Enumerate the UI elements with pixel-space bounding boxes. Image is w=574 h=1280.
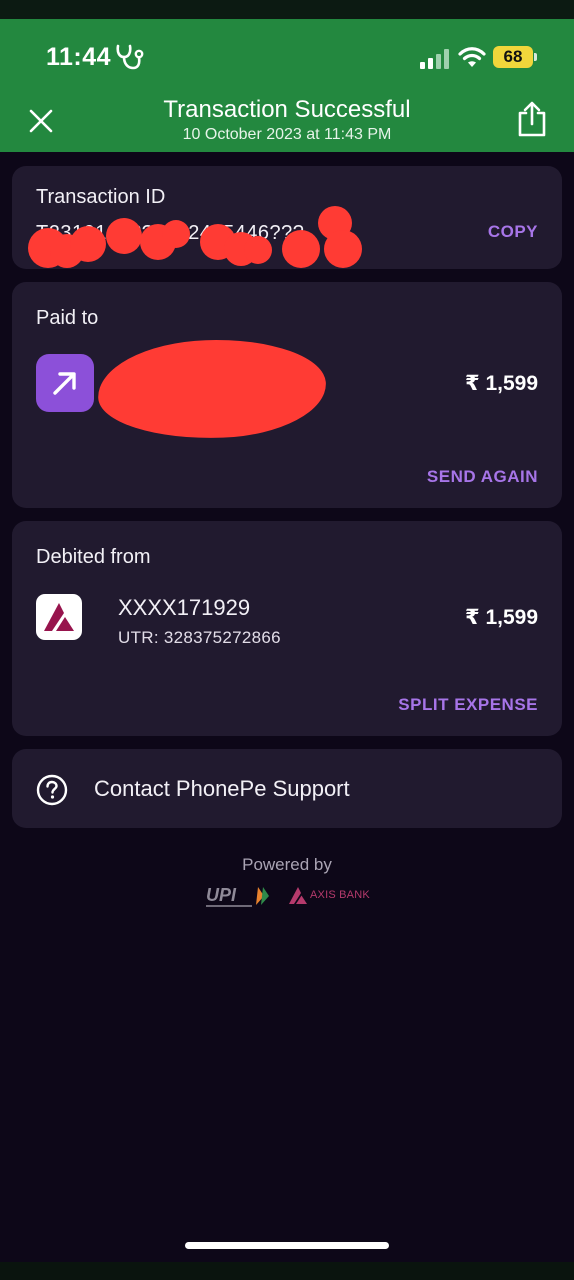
paid-to-label: Paid to: [36, 307, 99, 329]
arrow-up-right-icon: [53, 372, 76, 395]
redaction-mark: [106, 218, 142, 254]
recipient-avatar: [36, 354, 94, 412]
redaction-mark: [244, 236, 272, 264]
redaction-mark: [70, 226, 106, 262]
top-strip: [0, 0, 574, 19]
redacted-recipient-name: [96, 336, 328, 442]
status-time: 11:44: [46, 43, 112, 71]
transaction-id-card: Transaction ID T231010??????24?5446??? C…: [12, 166, 562, 269]
redaction-mark: [324, 230, 362, 268]
contact-support-label: Contact PhonePe Support: [94, 776, 350, 801]
upi-logo-text: UPI: [206, 885, 237, 905]
utr-number: UTR: 328375272866: [118, 628, 281, 647]
battery-cap: [534, 53, 537, 61]
send-again-button[interactable]: SEND AGAIN: [427, 467, 538, 487]
powered-by-label: Powered by: [242, 855, 332, 874]
stethoscope-icon: [116, 44, 144, 70]
split-expense-button[interactable]: SPLIT EXPENSE: [398, 695, 538, 715]
contact-support-button[interactable]: Contact PhonePe Support: [12, 749, 562, 828]
paid-amount: ₹ 1,599: [465, 372, 538, 395]
signal-icon: [420, 49, 449, 69]
axis-bank-footer-icon: [289, 887, 307, 904]
page-title: Transaction Successful: [163, 96, 411, 123]
home-indicator[interactable]: [185, 1242, 389, 1249]
axis-bank-icon: [44, 603, 74, 631]
paid-to-card: Paid to ₹ 1,599 SEND AGAIN: [12, 282, 562, 508]
debited-amount: ₹ 1,599: [465, 606, 538, 629]
account-number: XXXX171929: [118, 595, 251, 620]
redaction-mark: [282, 230, 320, 268]
transaction-id-label: Transaction ID: [36, 186, 166, 208]
battery-icon: 68: [493, 46, 537, 68]
copy-button[interactable]: COPY: [488, 222, 538, 242]
redaction-mark: [162, 220, 190, 248]
debited-from-label: Debited from: [36, 546, 151, 568]
battery-level: 68: [503, 47, 523, 66]
wifi-icon: [458, 47, 486, 67]
help-circle-icon: [36, 774, 68, 806]
share-icon[interactable]: [515, 100, 549, 138]
bottom-strip: [0, 1262, 574, 1280]
debited-from-card: Debited from XXXX171929 UTR: 32837527286…: [12, 521, 562, 736]
axis-bank-footer-logo: AXIS BANK: [288, 885, 372, 907]
status-bar: 11:44 68: [0, 19, 574, 89]
upi-logo: UPI: [206, 885, 269, 907]
transaction-datetime: 10 October 2023 at 11:43 PM: [182, 126, 392, 143]
axis-bank-footer-text: AXIS BANK: [310, 889, 370, 901]
axis-bank-logo: [36, 594, 82, 640]
